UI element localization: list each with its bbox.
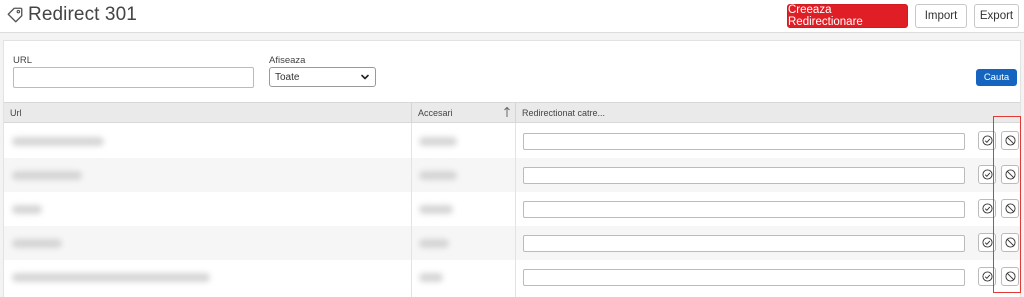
redirect-target-input[interactable] xyxy=(523,133,965,150)
url-cell xyxy=(12,137,104,146)
hits-cell xyxy=(419,171,457,180)
disable-redirect-button[interactable] xyxy=(1001,165,1019,184)
block-icon xyxy=(1004,135,1016,146)
column-header-accesari-label: Accesari xyxy=(418,107,453,118)
url-cell xyxy=(12,239,62,248)
table-row xyxy=(4,158,1020,192)
save-redirect-button[interactable] xyxy=(978,267,996,286)
redirects-panel: URL Afiseaza Toate Cauta Url Accesari Re… xyxy=(3,40,1021,297)
url-filter-input[interactable] xyxy=(13,67,254,88)
show-filter-label: Afiseaza xyxy=(269,55,306,66)
hits-cell xyxy=(419,205,453,214)
disable-redirect-button[interactable] xyxy=(1001,233,1019,252)
page-title: Redirect 301 xyxy=(6,3,137,27)
redirect-target-input[interactable] xyxy=(523,201,965,218)
hits-cell xyxy=(419,137,457,146)
url-cell xyxy=(12,205,42,214)
hits-cell xyxy=(419,239,449,248)
disable-redirect-button[interactable] xyxy=(1001,267,1019,286)
url-filter-label: URL xyxy=(13,55,33,66)
table-row xyxy=(4,192,1020,226)
redirect-target-input[interactable] xyxy=(523,235,965,252)
save-redirect-button[interactable] xyxy=(978,131,996,150)
column-divider xyxy=(515,123,516,297)
show-filter-select[interactable]: Toate xyxy=(269,67,376,87)
check-circle-icon xyxy=(981,169,993,180)
top-bar: Redirect 301 Creeaza Redirectionare Impo… xyxy=(0,0,1024,33)
block-icon xyxy=(1004,237,1016,248)
table-row xyxy=(4,260,1020,294)
check-circle-icon xyxy=(981,271,993,282)
column-header-redirect[interactable]: Redirectionat catre... xyxy=(515,103,1020,122)
table-header: Url Accesari Redirectionat catre... xyxy=(4,102,1020,123)
search-button[interactable]: Cauta xyxy=(976,69,1017,86)
tag-icon xyxy=(7,7,23,23)
block-icon xyxy=(1004,203,1016,214)
sort-up-icon xyxy=(504,106,510,117)
column-header-url[interactable]: Url xyxy=(4,103,411,122)
redirect-target-input[interactable] xyxy=(523,167,965,184)
block-icon xyxy=(1004,271,1016,282)
url-cell xyxy=(12,273,210,282)
chevron-down-icon xyxy=(361,74,369,80)
check-circle-icon xyxy=(981,203,993,214)
import-button[interactable]: Import xyxy=(915,4,967,28)
show-filter-value: Toate xyxy=(275,71,300,83)
disable-redirect-button[interactable] xyxy=(1001,199,1019,218)
create-redirect-button[interactable]: Creeaza Redirectionare xyxy=(787,4,908,28)
export-button[interactable]: Export xyxy=(974,4,1019,28)
save-redirect-button[interactable] xyxy=(978,233,996,252)
url-cell xyxy=(12,171,82,180)
block-icon xyxy=(1004,169,1016,180)
table-row xyxy=(4,226,1020,260)
disable-redirect-button[interactable] xyxy=(1001,131,1019,150)
page-title-text: Redirect 301 xyxy=(28,4,137,25)
save-redirect-button[interactable] xyxy=(978,199,996,218)
column-divider xyxy=(411,123,412,297)
redirect-target-input[interactable] xyxy=(523,269,965,286)
check-circle-icon xyxy=(981,135,993,146)
save-redirect-button[interactable] xyxy=(978,165,996,184)
check-circle-icon xyxy=(981,237,993,248)
hits-cell xyxy=(419,273,443,282)
table-row xyxy=(4,124,1020,158)
column-header-accesari[interactable]: Accesari xyxy=(411,103,515,122)
